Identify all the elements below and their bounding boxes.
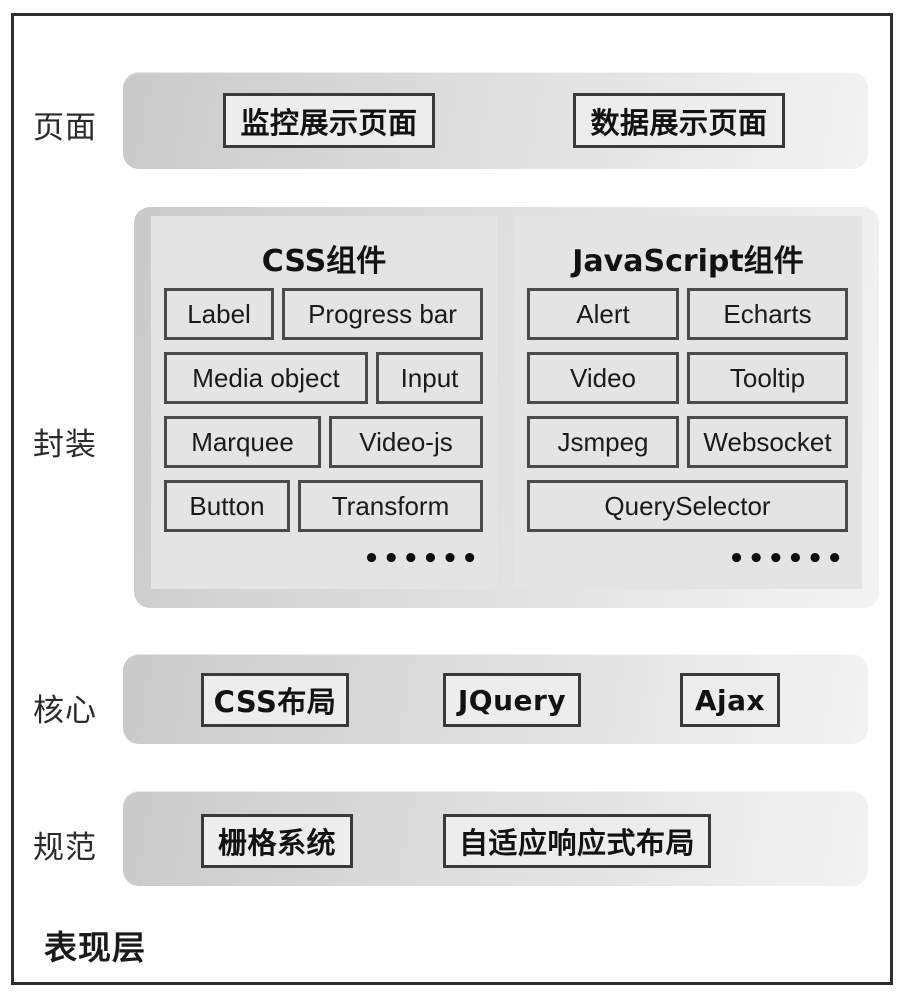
css-components-ellipsis: •••••• (363, 544, 481, 574)
js-component-video[interactable]: Video (527, 352, 679, 404)
encapsulation-layer-band: CSS组件 Label Progress bar Media object In… (134, 207, 879, 608)
css-component-marquee[interactable]: Marquee (164, 416, 321, 468)
page-item-data[interactable]: 数据展示页面 (573, 93, 785, 148)
css-component-label[interactable]: Label (164, 288, 274, 340)
layer-label-core: 核心 (33, 693, 97, 729)
css-component-progress-bar[interactable]: Progress bar (282, 288, 483, 340)
presentation-layer-caption: 表现层 (44, 928, 146, 967)
js-component-jsmpeg[interactable]: Jsmpeg (527, 416, 679, 468)
page-item-monitoring[interactable]: 监控展示页面 (223, 93, 435, 148)
js-component-alert[interactable]: Alert (527, 288, 679, 340)
css-component-media-object[interactable]: Media object (164, 352, 368, 404)
css-component-video-js[interactable]: Video-js (329, 416, 483, 468)
diagram-frame: 页面 监控展示页面 数据展示页面 封装 CSS组件 Label Progress… (11, 13, 893, 985)
css-component-input[interactable]: Input (376, 352, 483, 404)
core-item-jquery[interactable]: JQuery (443, 673, 581, 727)
js-component-tooltip[interactable]: Tooltip (687, 352, 848, 404)
js-component-echarts[interactable]: Echarts (687, 288, 848, 340)
page-layer-band: 监控展示页面 数据展示页面 (123, 72, 868, 169)
spec-item-grid-system[interactable]: 栅格系统 (201, 814, 353, 868)
javascript-components-panel: JavaScript组件 Alert Echarts Video Tooltip… (514, 216, 862, 589)
layer-label-encapsulation: 封装 (33, 427, 97, 463)
layer-label-page: 页面 (33, 110, 97, 146)
css-components-title: CSS组件 (261, 244, 387, 279)
css-component-button[interactable]: Button (164, 480, 290, 532)
spec-item-responsive-layout[interactable]: 自适应响应式布局 (443, 814, 711, 868)
core-layer-band: CSS布局 JQuery Ajax (123, 654, 868, 744)
js-component-websocket[interactable]: Websocket (687, 416, 848, 468)
layer-label-specification: 规范 (33, 830, 97, 866)
specification-layer-band: 栅格系统 自适应响应式布局 (123, 791, 868, 886)
js-component-queryselector[interactable]: QuerySelector (527, 480, 848, 532)
css-component-transform[interactable]: Transform (298, 480, 483, 532)
core-item-css-layout[interactable]: CSS布局 (201, 673, 349, 727)
core-item-ajax[interactable]: Ajax (680, 673, 780, 727)
javascript-components-ellipsis: •••••• (728, 544, 846, 574)
css-components-panel: CSS组件 Label Progress bar Media object In… (151, 216, 497, 589)
javascript-components-title: JavaScript组件 (572, 244, 804, 279)
